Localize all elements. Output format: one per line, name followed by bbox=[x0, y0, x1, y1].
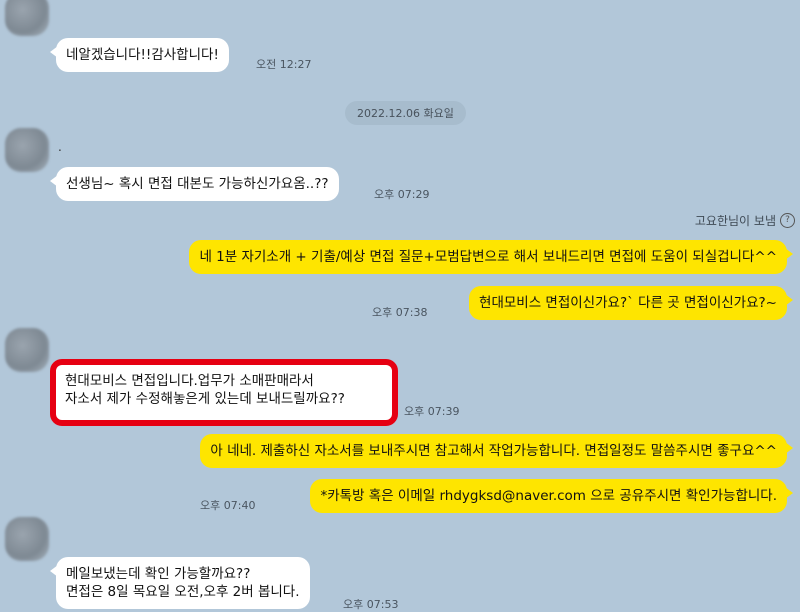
date-divider: 2022.12.06 화요일 bbox=[345, 101, 466, 125]
sender-note: 고요한님이 보냄 ? bbox=[695, 212, 795, 229]
message-text: 네알겠습니다!!감사합니다! bbox=[66, 47, 219, 63]
my-message-bubble[interactable]: 네 1분 자기소개 + 기출/예상 면접 질문+모범답변으로 해서 보내드리면 … bbox=[189, 240, 793, 274]
message-text: 선생님~ 혹시 면접 대본도 가능하신가요옴..?? bbox=[66, 176, 329, 192]
message-text: 현대모비스 면접입니다.업무가 소매판매라서 자소서 제가 수정해놓은게 있는데… bbox=[65, 373, 345, 407]
message-text: *카톡방 혹은 이메일 rhdygksd@naver.com 으로 공유주시면 … bbox=[320, 488, 777, 504]
sender-avatar[interactable] bbox=[5, 128, 49, 172]
my-message-bubble[interactable]: *카톡방 혹은 이메일 rhdygksd@naver.com 으로 공유주시면 … bbox=[310, 479, 793, 513]
message-time: 오후 07:29 bbox=[374, 188, 430, 201]
help-icon[interactable]: ? bbox=[780, 213, 795, 228]
message-bubble[interactable]: 메일보냈는데 확인 가능할까요?? 면접은 8일 목요일 오전,오후 2버 봅니… bbox=[50, 557, 310, 609]
message-text: 현대모비스 면접이신가요?` 다른 곳 면접이신가요?~ bbox=[479, 295, 777, 311]
message-time: 오후 07:38 bbox=[372, 306, 428, 319]
sender-avatar[interactable] bbox=[5, 517, 49, 561]
message-time: 오후 07:40 bbox=[200, 499, 256, 512]
message-time: 오전 12:27 bbox=[256, 58, 312, 71]
message-text: 메일보냈는데 확인 가능할까요?? 면접은 8일 목요일 오전,오후 2버 봅니… bbox=[66, 566, 300, 600]
message-text: 네 1분 자기소개 + 기출/예상 면접 질문+모범답변으로 해서 보내드리면 … bbox=[199, 249, 777, 265]
sender-note-text: 고요한님이 보냄 bbox=[694, 214, 776, 228]
message-bubble[interactable]: 네알겠습니다!!감사합니다! bbox=[50, 38, 229, 72]
message-time: 오후 07:39 bbox=[404, 405, 460, 418]
sender-name: . bbox=[58, 140, 62, 154]
sender-avatar[interactable] bbox=[5, 328, 49, 372]
message-text: 아 네네. 제출하신 자소서를 보내주시면 참고해서 작업가능합니다. 면접일정… bbox=[210, 443, 777, 459]
message-bubble[interactable]: 선생님~ 혹시 면접 대본도 가능하신가요옴..?? bbox=[50, 167, 339, 201]
my-message-bubble[interactable]: 아 네네. 제출하신 자소서를 보내주시면 참고해서 작업가능합니다. 면접일정… bbox=[200, 434, 793, 468]
sender-avatar[interactable] bbox=[5, 0, 49, 36]
highlighted-message-bubble[interactable]: 현대모비스 면접입니다.업무가 소매판매라서 자소서 제가 수정해놓은게 있는데… bbox=[50, 359, 398, 426]
my-message-bubble[interactable]: 현대모비스 면접이신가요?` 다른 곳 면접이신가요?~ bbox=[469, 286, 793, 320]
message-time: 오후 07:53 bbox=[343, 598, 399, 611]
